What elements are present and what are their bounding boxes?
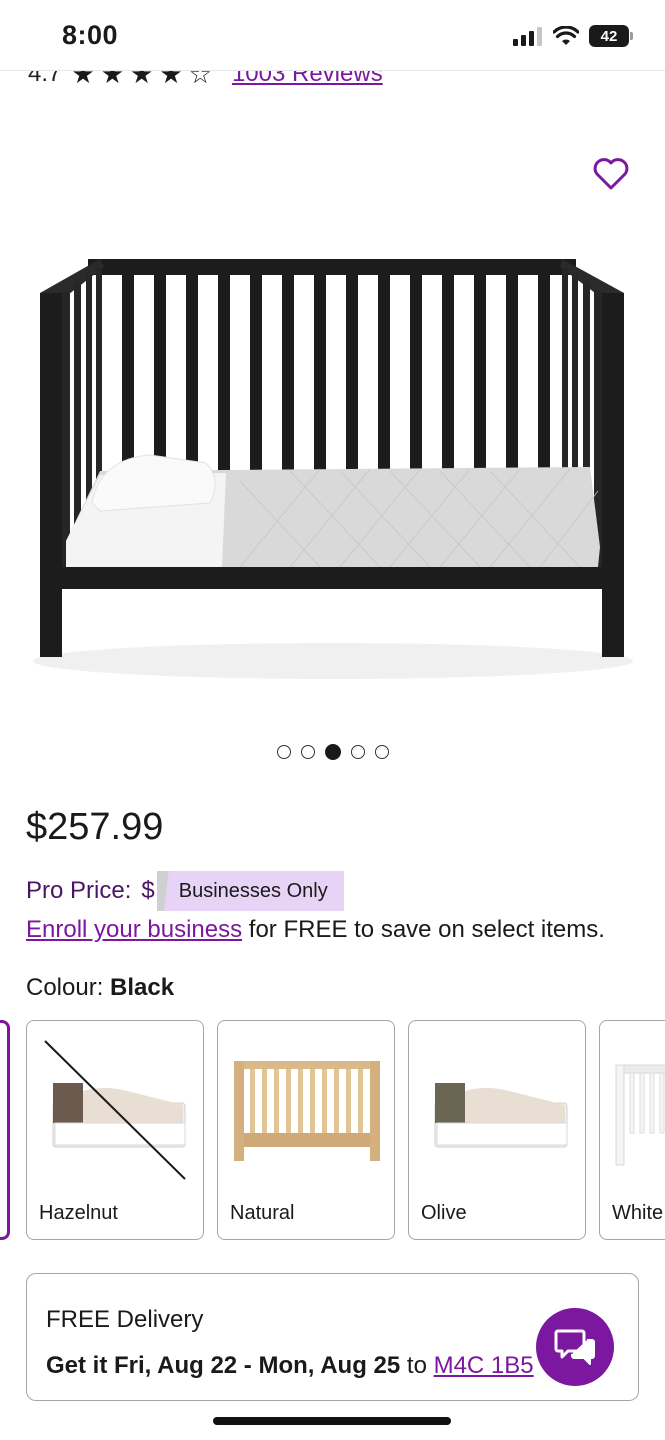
swatch-label: Olive: [421, 1202, 467, 1224]
pro-price-value: $: [141, 877, 155, 904]
battery-icon: 42: [589, 25, 633, 47]
carousel-dot[interactable]: [276, 745, 291, 759]
swatch-olive[interactable]: Olive: [408, 1020, 586, 1240]
signal-icon: [513, 27, 542, 46]
carousel-dot[interactable]: [300, 745, 315, 759]
product-price: $257.99: [26, 806, 164, 848]
delivery-date: Get it Fri, Aug 22 - Mon, Aug 25: [46, 1352, 401, 1379]
swatch-hazelnut[interactable]: Hazelnut: [26, 1020, 204, 1240]
enroll-description: for FREE to save on select items.: [242, 916, 605, 943]
header-divider: [0, 70, 665, 71]
colour-selection-label: Colour: Black: [26, 974, 174, 1002]
enroll-business-link[interactable]: Enroll your business: [26, 916, 242, 943]
badge-label: Businesses Only: [178, 879, 328, 902]
swatch-label: White: [612, 1202, 664, 1224]
swatch-label: Natural: [230, 1202, 295, 1224]
carousel-dot[interactable]: [350, 745, 365, 759]
delivery-title: FREE Delivery: [46, 1306, 204, 1333]
status-time: 8:00: [62, 20, 119, 50]
pro-price-label: Pro Price:: [26, 877, 132, 904]
swatch-natural[interactable]: Natural: [217, 1020, 395, 1240]
delivery-to: to: [400, 1352, 434, 1379]
chat-bubbles-icon: [554, 1329, 595, 1365]
carousel-dot-active[interactable]: [324, 744, 341, 760]
chat-button[interactable]: [536, 1308, 614, 1386]
swatch-white[interactable]: White: [599, 1020, 665, 1240]
heart-outline-icon[interactable]: [593, 157, 629, 191]
postal-code-link[interactable]: M4C 1B5: [434, 1352, 534, 1379]
carousel-dot[interactable]: [374, 745, 389, 759]
home-indicator: [213, 1417, 451, 1425]
product-image[interactable]: [0, 71, 665, 731]
swatch-label: Hazelnut: [39, 1202, 118, 1224]
businesses-only-badge: Businesses Only: [156, 871, 344, 911]
status-icons: 42: [513, 24, 633, 48]
enroll-row: Enroll your business for FREE to save on…: [26, 916, 605, 944]
battery-level: 42: [600, 27, 618, 45]
colour-label: Colour:: [26, 974, 111, 1001]
wifi-icon: [553, 26, 579, 45]
carousel-indicator[interactable]: [0, 744, 665, 760]
delivery-estimate: Get it Fri, Aug 22 - Mon, Aug 25 to M4C …: [46, 1352, 534, 1380]
colour-swatch-list: Hazelnut Natural Olive White: [26, 1020, 665, 1242]
status-bar: 8:00 42: [0, 0, 665, 70]
selected-colour: Black: [110, 974, 175, 1001]
swatch-selected-black[interactable]: [0, 1020, 10, 1240]
pro-price-row: Pro Price: $ Businesses Only: [26, 870, 344, 912]
